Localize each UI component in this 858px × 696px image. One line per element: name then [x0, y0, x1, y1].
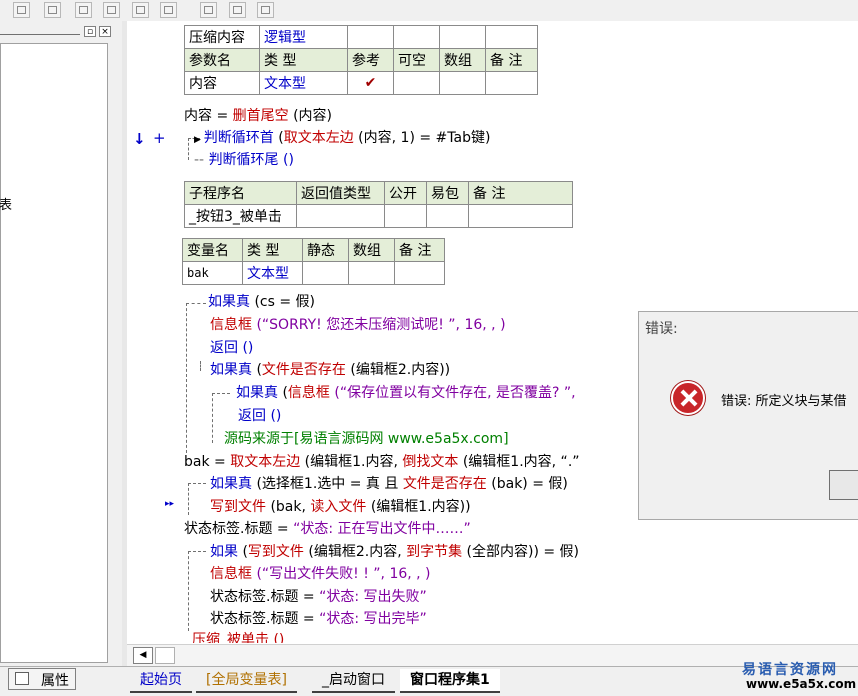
- col-header: 返回值类型: [296, 181, 385, 205]
- plus-icon[interactable]: +: [153, 129, 166, 147]
- width-equal-icon[interactable]: [132, 2, 149, 18]
- cell: 压缩内容: [184, 25, 260, 49]
- col-header: 备 注: [394, 238, 445, 262]
- align-bottom-icon[interactable]: [103, 2, 120, 18]
- col-header: 易包: [426, 181, 469, 205]
- center-icon[interactable]: [257, 2, 274, 18]
- col-header: 数组: [348, 238, 395, 262]
- col-header: 静态: [302, 238, 349, 262]
- col-header: 参考: [347, 48, 394, 72]
- cell: 逻辑型: [259, 25, 348, 49]
- height-equal-icon[interactable]: [160, 2, 177, 18]
- cell: bak: [182, 261, 243, 285]
- properties-button[interactable]: 属性: [8, 668, 76, 690]
- align-left-icon[interactable]: [13, 2, 30, 18]
- cell: 内容: [184, 71, 260, 95]
- code-line: 如果真 (选择框1.选中 = 真 且 文件是否存在 (bak) = 假): [210, 476, 568, 492]
- scroll-left-icon[interactable]: ◀: [133, 647, 153, 664]
- tab-startup-window[interactable]: _启动窗口: [312, 669, 395, 693]
- col-header: 备 注: [485, 48, 538, 72]
- bottom-bar: 属性 起始页 [全局变量表] _启动窗口 窗口程序集1 易语言资源网 www.e…: [0, 662, 858, 696]
- subprogram-table: 子程序名 返回值类型 公开 易包 备 注 _按钮3_被单击: [184, 181, 573, 228]
- checkmark-icon: ✔: [347, 71, 394, 95]
- param-table: 压缩内容 逻辑型 参数名 类 型 参考 可空 数组 备 注 内容 文本型 ✔: [184, 25, 538, 95]
- align-top-icon[interactable]: [75, 2, 92, 18]
- comment-line: 源码来源于[易语言源码网 www.e5a5x.com]: [224, 431, 509, 447]
- code-line: 状态标签.标题 = “状态: 写出完毕”: [210, 611, 427, 627]
- col-header: 参数名: [184, 48, 260, 72]
- code-line: 状态标签.标题 = “状态: 写出失败”: [210, 589, 427, 605]
- col-header: 类 型: [259, 48, 348, 72]
- cell: 文本型: [259, 71, 348, 95]
- code-line: 信息框 (“SORRY! 您还未压缩测试呢! ”, 16, , ): [210, 317, 506, 333]
- code-line: -- 判断循环尾 (): [194, 152, 294, 168]
- scroll-thumb[interactable]: [155, 647, 175, 664]
- code-line: 写到文件 (bak, 读入文件 (编辑框1.内容)): [210, 499, 471, 515]
- code-line: 内容 = 删首尾空 (内容): [184, 108, 333, 124]
- left-panel: ▫ × 表: [0, 21, 122, 666]
- col-header: 公开: [384, 181, 427, 205]
- code-line: 如果 (写到文件 (编辑框2.内容, 到字节集 (全部内容)) = 假): [210, 544, 580, 560]
- dialog-message: 错误: 所定义块与某借: [721, 394, 847, 409]
- code-line: 如果真 (cs = 假): [208, 294, 315, 310]
- col-header: 备 注: [468, 181, 573, 205]
- v-space-icon[interactable]: [229, 2, 246, 18]
- ok-button[interactable]: [829, 470, 858, 500]
- code-line: 返回 (): [210, 340, 254, 356]
- error-dialog: 错误: 错误: 所定义块与某借: [638, 311, 858, 520]
- error-icon: [671, 381, 705, 415]
- code-line: 状态标签.标题 = “状态: 正在写出文件中……”: [184, 521, 471, 537]
- code-line: bak = 取文本左边 (编辑框1.内容, 倒找文本 (编辑框1.内容, “.”: [184, 454, 580, 470]
- code-line: 信息框 (“写出文件失败! ! ”, 16, , ): [210, 566, 431, 582]
- panel-clipped-text: 表: [0, 198, 13, 213]
- watermark-title: 易语言资源网: [742, 662, 838, 678]
- col-header: 类 型: [242, 238, 303, 262]
- properties-icon: [15, 672, 29, 685]
- watermark-url: www.e5a5x.com: [746, 677, 857, 691]
- cell: _按钮3_被单击: [184, 204, 297, 228]
- properties-label: 属性: [41, 673, 69, 689]
- align-center-icon[interactable]: [44, 2, 61, 18]
- code-line: 如果真 (文件是否存在 (编辑框2.内容)): [210, 362, 451, 378]
- col-header: 子程序名: [184, 181, 297, 205]
- col-header: 变量名: [182, 238, 243, 262]
- panel-content: 表: [0, 43, 108, 663]
- breakpoint-marker-icon: ▸▸: [165, 499, 175, 509]
- tab-window-assembly[interactable]: 窗口程序集1: [400, 669, 500, 693]
- variable-table: 变量名 类 型 静态 数组 备 注 bak 文本型: [182, 238, 445, 285]
- toolbar: [0, 0, 858, 22]
- restore-icon[interactable]: ▫: [84, 26, 96, 37]
- col-header: 可空: [393, 48, 440, 72]
- tab-start-page[interactable]: 起始页: [130, 669, 192, 693]
- cell: 文本型: [242, 261, 303, 285]
- dialog-title: 错误:: [645, 321, 678, 337]
- code-line: ▶ 判断循环首 (取文本左边 (内容, 1) = #Tab键): [194, 130, 491, 146]
- code-line: 压缩_被单击 (): [192, 632, 285, 643]
- editor-gutter: ↓ + ▸▸: [127, 21, 179, 644]
- tab-global-vars[interactable]: [全局变量表]: [196, 669, 297, 693]
- h-space-icon[interactable]: [200, 2, 217, 18]
- code-line: 返回 (): [238, 408, 282, 424]
- code-line: 如果真 (信息框 (“保存位置以有文件存在, 是否覆盖? ”,: [236, 385, 576, 401]
- arrow-down-icon: ↓: [133, 130, 146, 148]
- close-icon[interactable]: ×: [99, 26, 111, 37]
- col-header: 数组: [439, 48, 486, 72]
- panel-title-line: [0, 34, 80, 35]
